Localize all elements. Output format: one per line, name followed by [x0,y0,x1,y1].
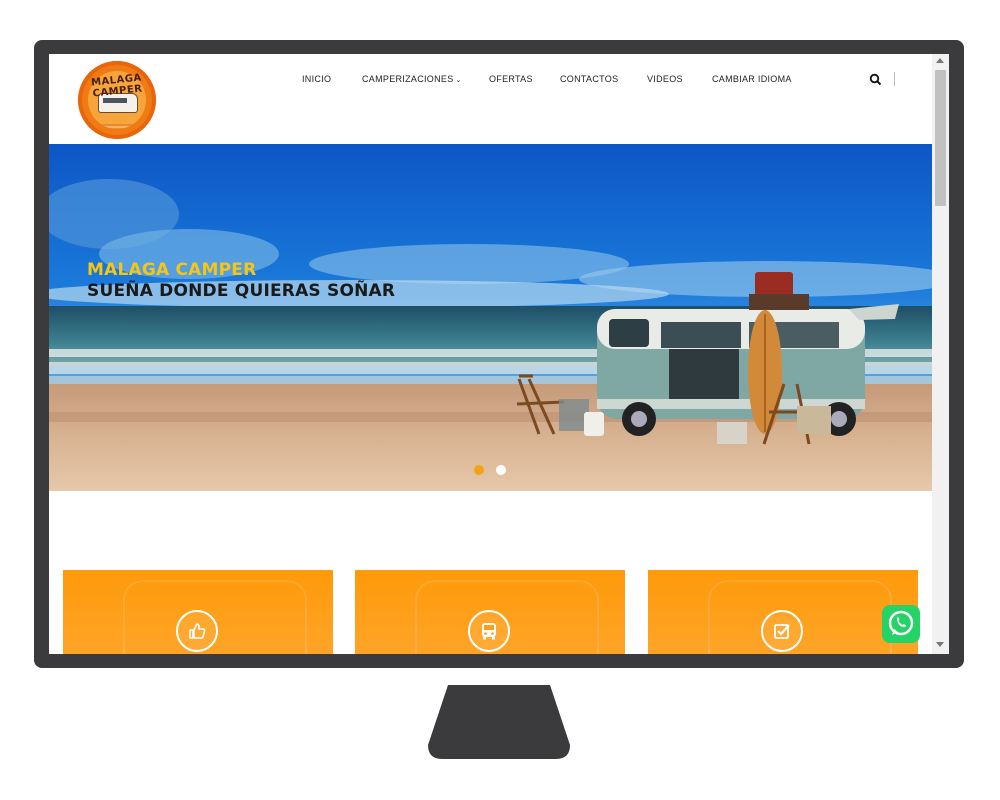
nav-contactos[interactable]: CONTACTOS [560,74,618,84]
thumbs-up-icon [176,610,218,652]
nav-ofertas[interactable]: OFERTAS [489,74,533,84]
feature-card-2[interactable] [355,570,625,654]
site-logo[interactable]: MALAGA CAMPER [78,61,156,139]
feature-card-3[interactable] [648,570,918,654]
nav-divider [894,72,895,86]
scroll-thumb[interactable] [935,70,946,206]
nav-videos[interactable]: VIDEOS [647,74,683,84]
whatsapp-button[interactable] [882,605,920,643]
card-background-van [708,580,892,654]
nav-camperizaciones-label: CAMPERIZACIONES [362,74,454,84]
browser-viewport: MALAGA CAMPER INICIO CAMPERIZACIONES ⌄ OF… [49,54,949,654]
hero-subtitle: SUEÑA DONDE QUIERAS SOÑAR [87,281,396,301]
monitor-stand [428,685,570,759]
feature-card-1[interactable] [63,570,333,654]
hero-image [49,179,932,491]
check-square-icon [761,610,803,652]
scroll-down-arrow-icon[interactable] [936,642,944,647]
nav-camperizaciones[interactable]: CAMPERIZACIONES ⌄ [362,74,462,84]
logo-stripes [100,124,146,129]
nav-cambiar-idioma[interactable]: CAMBIAR IDIOMA [712,74,792,84]
card-background-van [123,580,307,654]
slider-dot-2[interactable] [496,465,506,475]
bus-icon [468,610,510,652]
site-header: MALAGA CAMPER INICIO CAMPERIZACIONES ⌄ OF… [49,54,932,144]
whatsapp-icon [888,610,914,636]
nav-inicio[interactable]: INICIO [302,74,331,84]
scroll-up-arrow-icon[interactable] [936,58,944,63]
hero-slider[interactable]: MALAGA CAMPER SUEÑA DONDE QUIERAS SOÑAR [49,144,932,491]
page-scrollbar[interactable] [932,54,949,654]
chevron-down-icon: ⌄ [455,77,462,84]
slider-dot-1[interactable] [474,465,484,475]
hero-title: MALAGA CAMPER [87,260,257,280]
card-background-van [415,580,599,654]
search-icon[interactable] [869,73,883,87]
